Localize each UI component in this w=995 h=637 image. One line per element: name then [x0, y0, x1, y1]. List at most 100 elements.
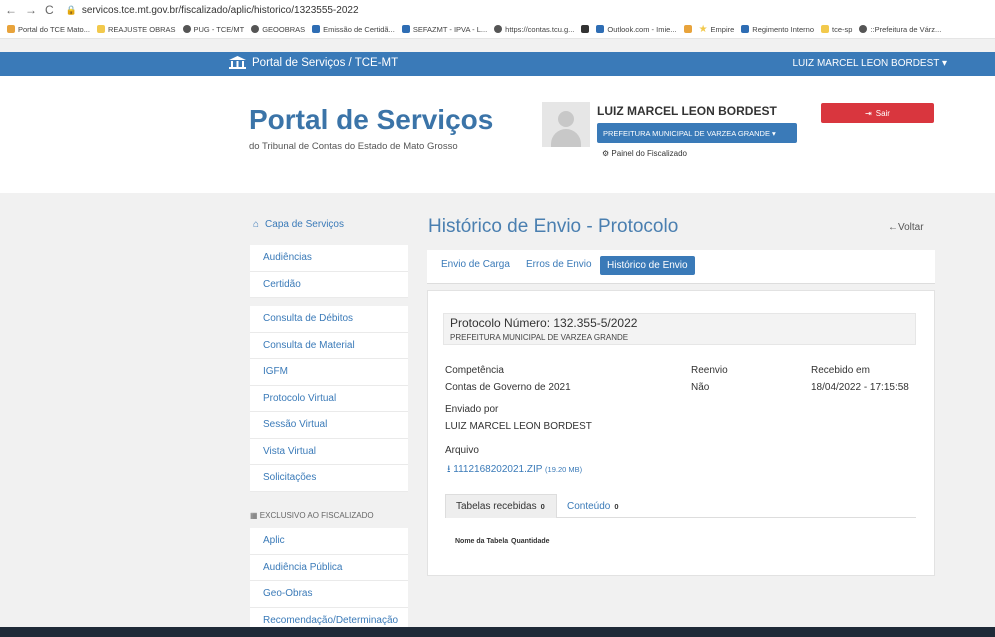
sidebar-group-3: Aplic Audiência Pública Geo-Obras Recome…	[250, 528, 408, 634]
back-arrow-icon[interactable]: ←	[5, 3, 17, 17]
sign-out-icon: ⇥	[865, 108, 872, 118]
institution-icon	[229, 56, 246, 69]
bookmark[interactable]	[683, 25, 692, 33]
home-icon: ⌂	[253, 219, 260, 230]
bookmark-icon	[859, 25, 868, 33]
bookmark[interactable]: GEOOBRAS	[251, 25, 305, 34]
avatar-body-icon	[551, 129, 581, 147]
page-title: Histórico de Envio - Protocolo	[428, 216, 679, 237]
logout-button[interactable]: ⇥ Sair	[821, 103, 934, 123]
portal-subtitle: do Tribunal de Contas do Estado de Mato …	[249, 141, 458, 152]
bookmark-icon	[596, 25, 605, 33]
brand-label: Portal de Serviços / TCE-MT	[252, 56, 399, 69]
browser-nav: ← → C	[0, 3, 54, 17]
reenvio-label: Reenvio	[691, 365, 728, 376]
reload-icon[interactable]: C	[45, 3, 54, 17]
arquivo-download-link[interactable]: ⭳ 1112168202021.ZIP (19.20 MB)	[447, 462, 582, 479]
forward-arrow-icon[interactable]: →	[25, 3, 37, 17]
bookmark[interactable]: REAJUSTE OBRAS	[96, 25, 176, 34]
bookmark-icon	[741, 25, 750, 33]
bookmark-icon	[7, 25, 15, 33]
arrow-left-icon: ←	[888, 222, 898, 233]
table-header-quantidade: Quantidade	[511, 538, 550, 545]
bookmark[interactable]: Emissão de Certidã...	[312, 25, 395, 34]
reenvio-value: Não	[691, 382, 710, 393]
bookmark[interactable]: https://contas.tcu.g...	[494, 25, 574, 34]
user-menu[interactable]: LUIZ MARCEL LEON BORDEST ▾	[793, 58, 948, 69]
sidebar-item-solicitacoes[interactable]: Solicitações	[250, 465, 408, 492]
bookmark[interactable]: ::Prefeitura de Várz...	[859, 25, 941, 34]
calendar-icon: ▦	[250, 511, 258, 520]
sidebar-item-aplic[interactable]: Aplic	[250, 528, 408, 555]
sidebar-item-audiencias[interactable]: Audiências	[250, 245, 408, 272]
sidebar-item-igfm[interactable]: IGFM	[250, 359, 408, 386]
portal-title: Portal de Serviços	[249, 104, 494, 135]
bookmark-icon	[96, 25, 105, 33]
os-taskbar	[0, 627, 995, 637]
sidebar-item-vista-virtual[interactable]: Vista Virtual	[250, 438, 408, 465]
sidebar-home-link[interactable]: ⌂ Capa de Serviços	[253, 219, 344, 230]
painel-link[interactable]: ⚙ Painel do Fiscalizado	[602, 149, 687, 158]
bookmark[interactable]: ★ Empire	[699, 24, 735, 35]
org-select-button[interactable]: PREFEITURA MUNICIPAL DE VARZEA GRANDE ▾	[597, 123, 797, 143]
count-badge: 0	[540, 502, 545, 511]
bookmark-icon	[182, 25, 191, 33]
protocol-number: Protocolo Número: 132.355-5/2022	[450, 316, 638, 330]
arquivo-label: Arquivo	[445, 445, 479, 456]
avatar	[542, 102, 590, 147]
bookmark[interactable]	[581, 25, 590, 33]
enviado-label: Enviado por	[445, 404, 499, 415]
bookmark-icon	[312, 25, 321, 33]
sidebar-item-protocolo-virtual[interactable]: Protocolo Virtual	[250, 385, 408, 412]
dashboard-icon: ⚙	[602, 149, 610, 158]
sidebar-item-sessao-virtual[interactable]: Sessão Virtual	[250, 412, 408, 439]
bookmark-icon	[251, 25, 260, 33]
page-header: Portal de Serviços do Tribunal de Contas…	[0, 76, 995, 193]
sidebar-item-geo-obras[interactable]: Geo-Obras	[250, 581, 408, 608]
download-icon: ⭳	[447, 464, 451, 475]
subtab-tabelas-recebidas[interactable]: Tabelas recebidas 0	[445, 494, 557, 518]
bookmark[interactable]: Portal do TCE Mato...	[7, 25, 90, 34]
recebido-value: 18/04/2022 - 17:15:58	[811, 382, 909, 393]
bookmark-icon	[683, 25, 692, 33]
bookmark-icon	[821, 25, 829, 33]
competencia-value: Contas de Governo de 2021	[445, 382, 571, 393]
avatar-head-icon	[558, 111, 574, 127]
top-navbar: Portal de Serviços / TCE-MT LUIZ MARCEL …	[0, 52, 995, 76]
star-icon: ★	[698, 23, 708, 35]
subtab-conteudo[interactable]: Conteúdo 0	[557, 494, 629, 518]
user-name: LUIZ MARCEL LEON BORDEST	[597, 104, 777, 118]
table-header-nome: Nome da Tabela	[455, 538, 509, 545]
sidebar-section-heading: ▦ EXCLUSIVO AO FISCALIZADO	[250, 511, 374, 520]
subtab-bar: Tabelas recebidas 0 Conteúdo 0	[445, 494, 916, 518]
recebido-label: Recebido em	[811, 365, 870, 376]
tab-erros-envio[interactable]: Erros de Envio	[526, 259, 592, 270]
sidebar-item-certidao[interactable]: Certidão	[250, 271, 408, 298]
bookmarks-bar: Portal do TCE Mato... REAJUSTE OBRAS PUG…	[0, 20, 995, 39]
protocol-organization: PREFEITURA MUNICIPAL DE VARZEA GRANDE	[450, 333, 629, 342]
bookmark-icon	[581, 25, 590, 33]
bookmark-icon	[494, 25, 503, 33]
bookmark[interactable]: PUG - TCE/MT	[182, 25, 244, 34]
bookmark[interactable]: Regimento Interno	[741, 25, 814, 34]
bookmark-icon	[401, 25, 410, 33]
sidebar-item-audiencia-publica[interactable]: Audiência Pública	[250, 554, 408, 581]
tab-envio-carga[interactable]: Envio de Carga	[441, 259, 510, 270]
sidebar-group-1: Audiências Certidão	[250, 245, 408, 298]
browser-address-bar: ← → C 🔒 servicos.tce.mt.gov.br/fiscaliza…	[0, 0, 995, 20]
tab-historico-envio[interactable]: Histórico de Envio	[600, 256, 695, 275]
bookmark[interactable]: tce-sp	[821, 25, 852, 34]
back-link[interactable]: ←Voltar	[888, 222, 924, 233]
lock-icon: 🔒	[65, 4, 77, 15]
competencia-label: Competência	[445, 365, 504, 376]
count-badge: 0	[614, 501, 619, 511]
bookmark[interactable]: SEFAZMT - IPVA - L...	[401, 25, 487, 34]
brand-link[interactable]: Portal de Serviços / TCE-MT	[229, 56, 398, 69]
sidebar-group-2: Consulta de Débitos Consulta de Material…	[250, 306, 408, 492]
tab-bar: Envio de Carga Erros de Envio Histórico …	[427, 250, 935, 284]
bookmark[interactable]: Outlook.com - Imie...	[596, 25, 677, 34]
url-input[interactable]: servicos.tce.mt.gov.br/fiscalizado/aplic…	[82, 5, 359, 16]
sidebar-item-consulta-debitos[interactable]: Consulta de Débitos	[250, 306, 408, 333]
enviado-value: LUIZ MARCEL LEON BORDEST	[445, 421, 592, 432]
sidebar-item-consulta-material[interactable]: Consulta de Material	[250, 332, 408, 359]
